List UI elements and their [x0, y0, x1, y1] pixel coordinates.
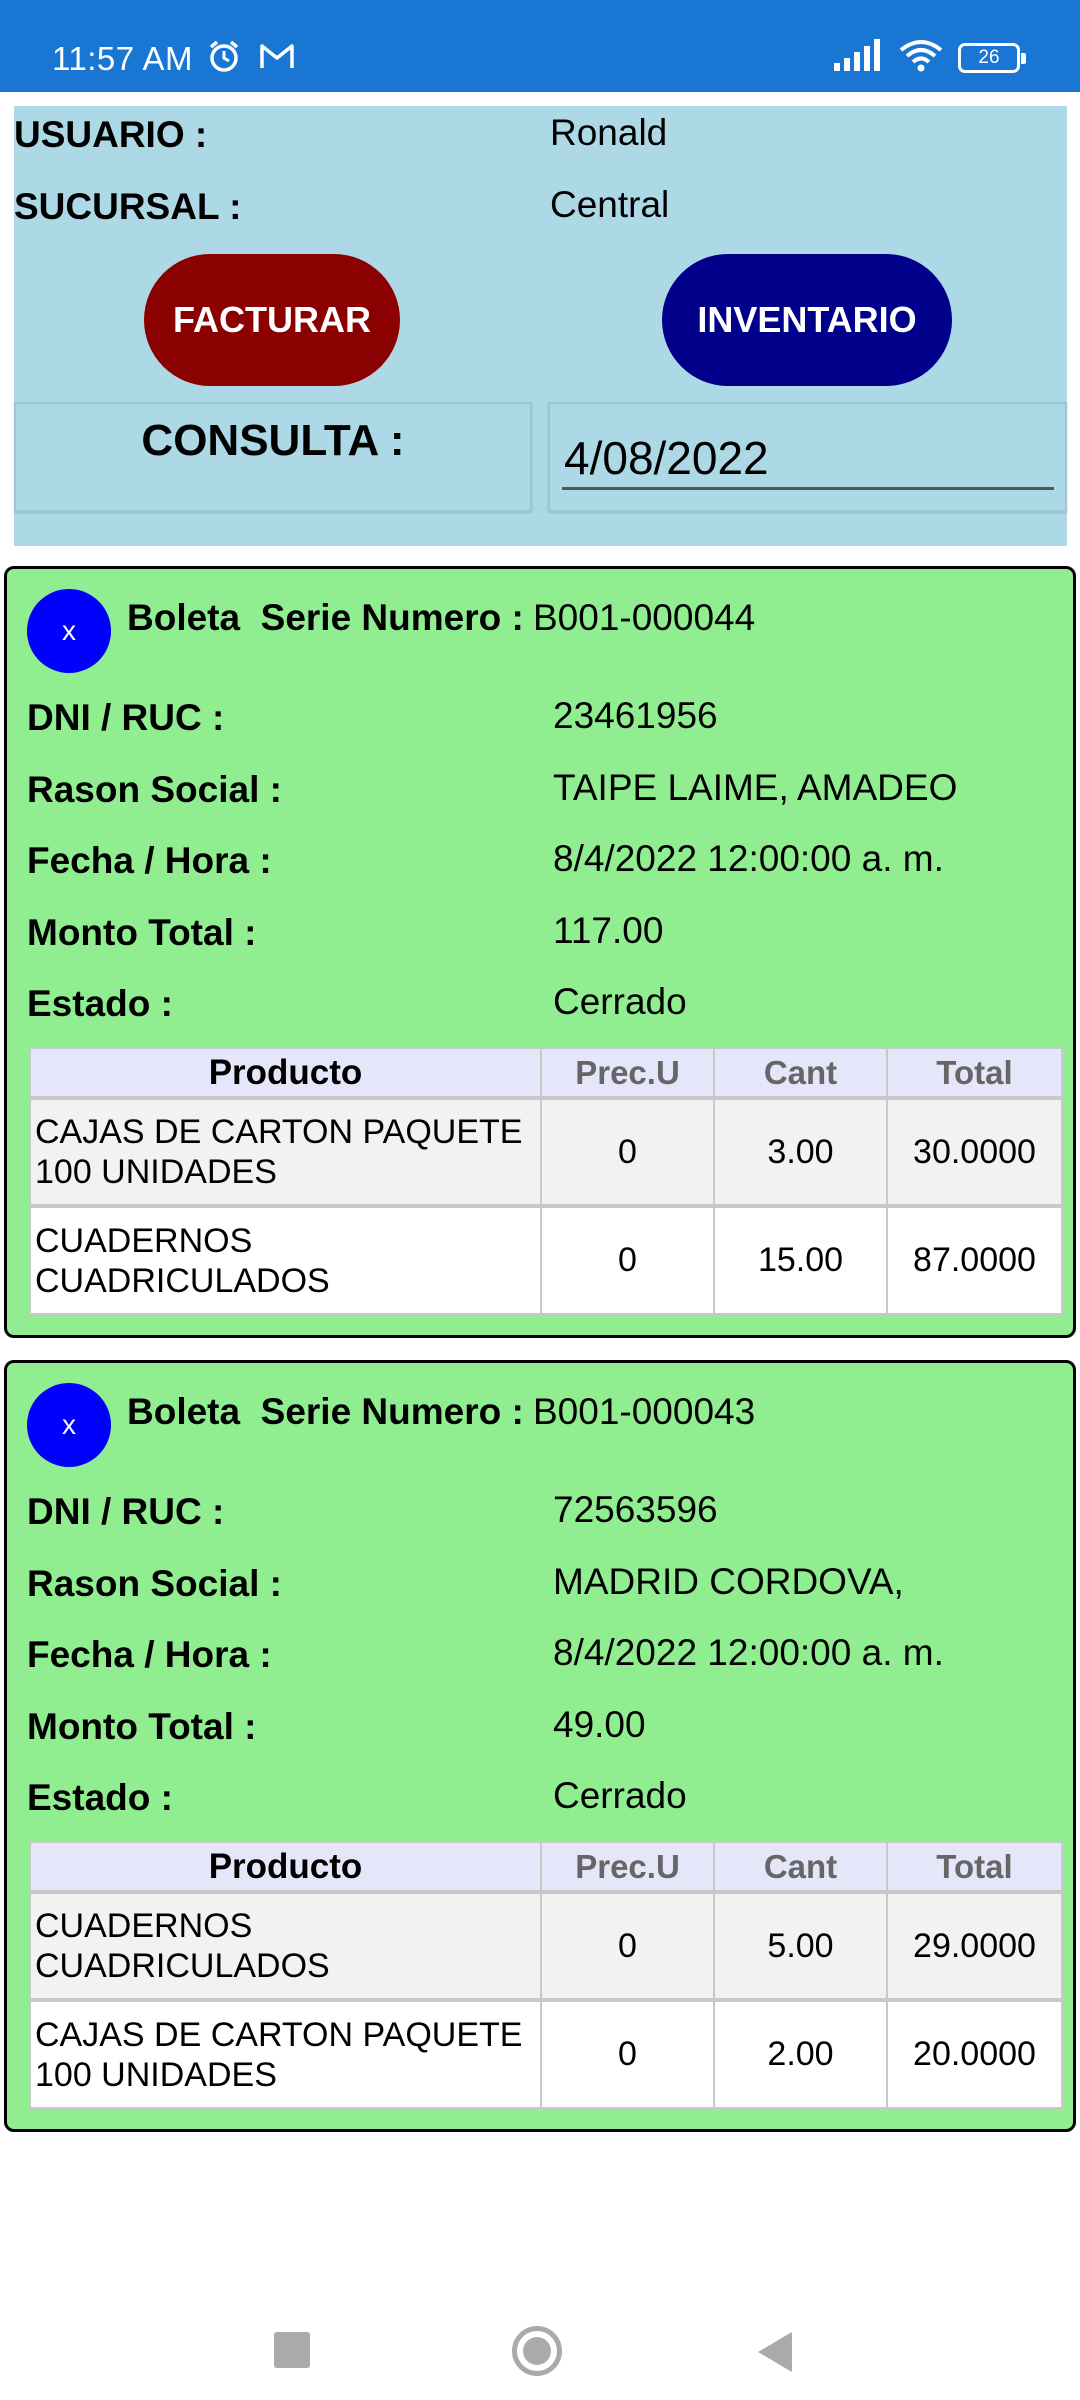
razon-social-value: TAIPE LAIME, AMADEO — [553, 767, 958, 808]
wifi-icon — [898, 38, 944, 77]
monto-total-value: 117.00 — [553, 910, 664, 951]
estado-value: Cerrado — [553, 1775, 687, 1816]
header-total: Total — [886, 1047, 1063, 1099]
inventario-button[interactable]: INVENTARIO — [662, 254, 952, 386]
table-header-row: Producto Prec.U Cant Total — [29, 1047, 1063, 1099]
fecha-hora-value: 8/4/2022 12:00:00 a. m. — [553, 1632, 944, 1673]
header-total: Total — [886, 1841, 1063, 1893]
facturar-button[interactable]: FACTURAR — [144, 254, 400, 386]
header-producto: Producto — [29, 1841, 542, 1893]
estado-value: Cerrado — [553, 981, 687, 1022]
item-producto: CAJAS DE CARTON PAQUETE 100 UNIDADES — [29, 1096, 542, 1207]
table-row: CUADERNOS CUADRICULADOS 0 5.00 29.0000 — [29, 1890, 1063, 2001]
item-producto: CUADERNOS CUADRICULADOS — [29, 1890, 542, 2001]
header-panel: USUARIO : Ronald SUCURSAL : Central FACT… — [14, 106, 1067, 546]
dni-label: DNI / RUC : — [27, 697, 225, 738]
monto-total-label: Monto Total : — [27, 912, 257, 953]
serie-value: B001-000044 — [533, 597, 756, 638]
recents-square-icon[interactable] — [274, 2332, 310, 2368]
table-row: CAJAS DE CARTON PAQUETE 100 UNIDADES 0 2… — [29, 1998, 1063, 2109]
item-precio: 0 — [540, 1204, 715, 1315]
items-table: Producto Prec.U Cant Total CUADERNOS CUA… — [29, 1841, 1063, 2109]
status-time: 11:57 AM — [52, 40, 193, 77]
alarm-icon — [206, 38, 242, 79]
estado-label: Estado : — [27, 1777, 173, 1818]
item-total: 30.0000 — [886, 1096, 1063, 1207]
signal-icon — [834, 39, 884, 76]
header-producto: Producto — [29, 1047, 542, 1099]
sucursal-label: SUCURSAL : — [14, 186, 242, 227]
items-table: Producto Prec.U Cant Total CAJAS DE CART… — [29, 1047, 1063, 1315]
date-box — [548, 402, 1067, 512]
item-precio: 0 — [540, 1096, 715, 1207]
dni-value: 72563596 — [553, 1489, 718, 1530]
usuario-value: Ronald — [550, 112, 668, 153]
serie-label: Boleta Serie Numero : — [127, 597, 524, 638]
home-circle-icon[interactable] — [512, 2326, 562, 2376]
razon-social-label: Rason Social : — [27, 1563, 282, 1604]
header-precio: Prec.U — [540, 1841, 715, 1893]
estado-label: Estado : — [27, 983, 173, 1024]
item-cantidad: 3.00 — [713, 1096, 888, 1207]
status-bar: 11:57 AM 26 — [0, 0, 1080, 92]
item-total: 87.0000 — [886, 1204, 1063, 1315]
receipt-card: x Boleta Serie Numero : B001-000043 DNI … — [4, 1360, 1076, 2132]
gmail-icon — [258, 38, 296, 79]
header-precio: Prec.U — [540, 1047, 715, 1099]
table-header-row: Producto Prec.U Cant Total — [29, 1841, 1063, 1893]
usuario-label: USUARIO : — [14, 114, 208, 155]
item-producto: CUADERNOS CUADRICULADOS — [29, 1204, 542, 1315]
fecha-hora-value: 8/4/2022 12:00:00 a. m. — [553, 838, 944, 879]
fecha-hora-label: Fecha / Hora : — [27, 840, 272, 881]
razon-social-label: Rason Social : — [27, 769, 282, 810]
consulta-box: CONSULTA : — [14, 402, 532, 512]
item-precio: 0 — [540, 1998, 715, 2109]
item-total: 20.0000 — [886, 1998, 1063, 2109]
serie-value: B001-000043 — [533, 1391, 756, 1432]
sucursal-value: Central — [550, 184, 670, 225]
item-producto: CAJAS DE CARTON PAQUETE 100 UNIDADES — [29, 1998, 542, 2109]
item-cantidad: 2.00 — [713, 1998, 888, 2109]
item-cantidad: 15.00 — [713, 1204, 888, 1315]
receipt-card: x Boleta Serie Numero : B001-000044 DNI … — [4, 566, 1076, 1338]
delete-receipt-button[interactable]: x — [27, 1383, 111, 1467]
monto-total-label: Monto Total : — [27, 1706, 257, 1747]
razon-social-value: MADRID CORDOVA, — [553, 1561, 904, 1602]
dni-label: DNI / RUC : — [27, 1491, 225, 1532]
back-triangle-icon[interactable] — [758, 2332, 792, 2372]
consulta-label: CONSULTA : — [141, 416, 405, 465]
monto-total-value: 49.00 — [553, 1704, 646, 1745]
dni-value: 23461956 — [553, 695, 718, 736]
table-row: CUADERNOS CUADRICULADOS 0 15.00 87.0000 — [29, 1204, 1063, 1315]
item-cantidad: 5.00 — [713, 1890, 888, 2001]
consulta-date-input[interactable] — [562, 428, 1054, 490]
header-cantidad: Cant — [713, 1047, 888, 1099]
navigation-bar — [0, 2290, 1080, 2400]
table-row: CAJAS DE CARTON PAQUETE 100 UNIDADES 0 3… — [29, 1096, 1063, 1207]
serie-label: Boleta Serie Numero : — [127, 1391, 524, 1432]
fecha-hora-label: Fecha / Hora : — [27, 1634, 272, 1675]
item-total: 29.0000 — [886, 1890, 1063, 2001]
header-cantidad: Cant — [713, 1841, 888, 1893]
delete-receipt-button[interactable]: x — [27, 589, 111, 673]
battery-icon: 26 — [958, 42, 1026, 73]
item-precio: 0 — [540, 1890, 715, 2001]
